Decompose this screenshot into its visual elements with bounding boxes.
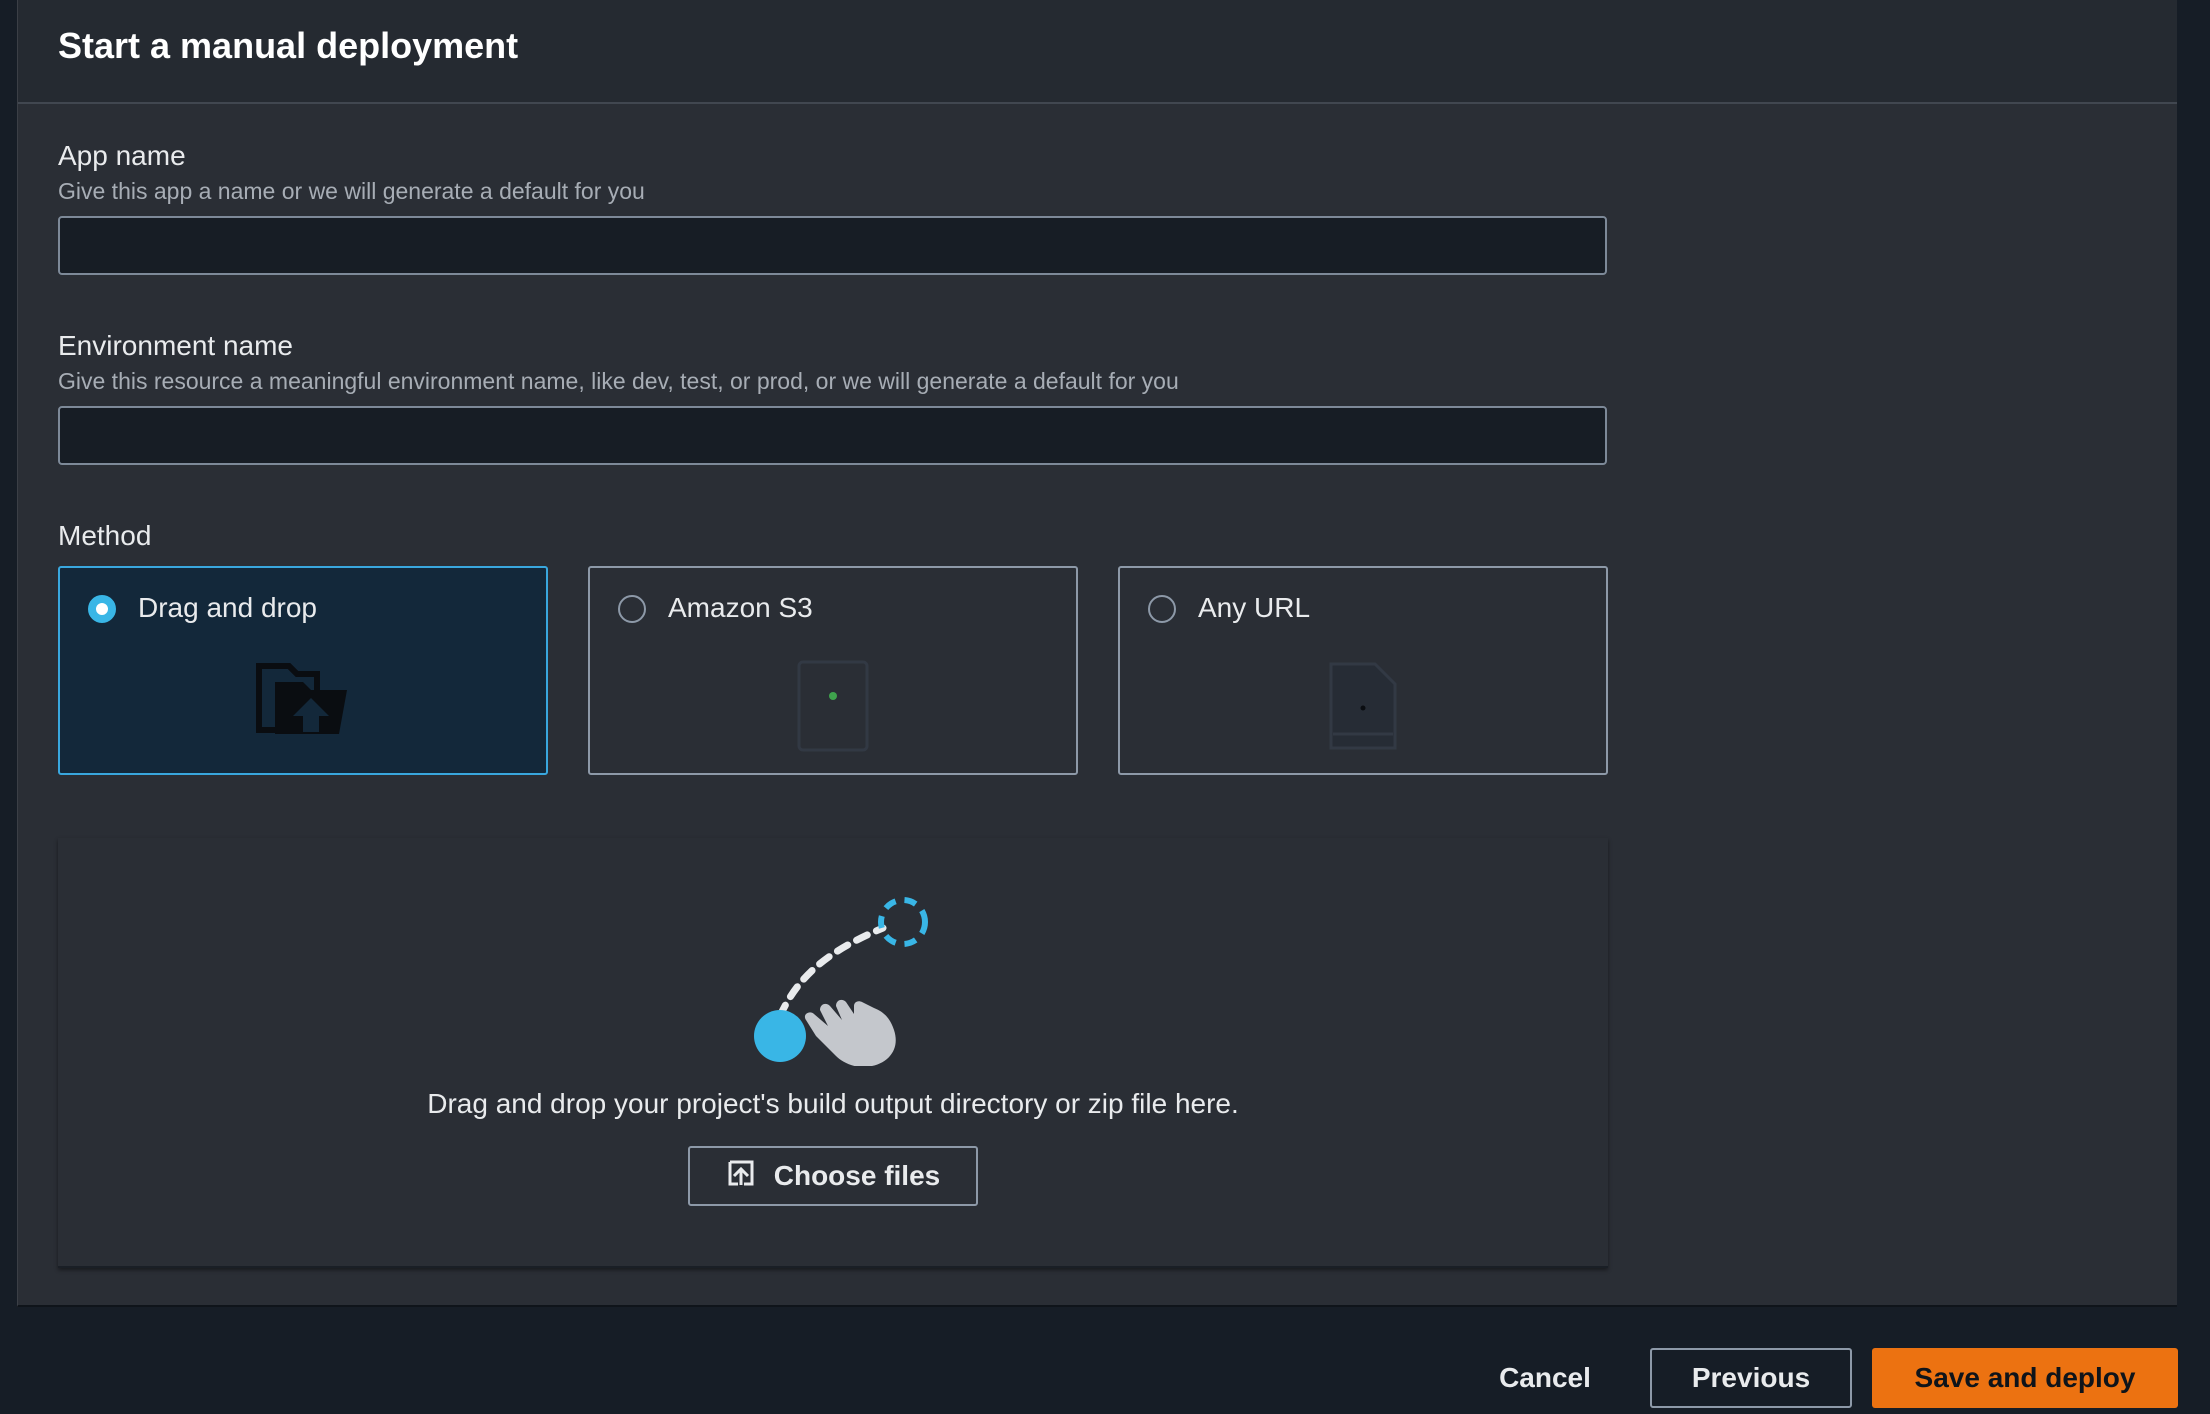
drop-zone[interactable]: Drag and drop your project's build outpu… — [58, 838, 1608, 1268]
folder-upload-icon — [255, 658, 351, 743]
save-and-deploy-button[interactable]: Save and deploy — [1872, 1348, 2178, 1408]
method-label-any-url: Any URL — [1198, 592, 1311, 623]
method-label-drag-and-drop: Drag and drop — [138, 592, 318, 623]
panel-title: Start a manual deployment — [58, 25, 519, 66]
method-tile-drag-and-drop[interactable]: Drag and drop — [58, 566, 548, 775]
drag-gesture-icon — [738, 866, 938, 1071]
s3-bucket-icon — [793, 658, 873, 759]
environment-name-description: Give this resource a meaningful environm… — [58, 368, 1179, 394]
method-label-amazon-s3: Amazon S3 — [668, 592, 813, 623]
method-tile-amazon-s3[interactable]: Amazon S3 — [588, 566, 1078, 775]
radio-any-url[interactable] — [1148, 595, 1176, 623]
method-tile-any-url[interactable]: Any URL — [1118, 566, 1608, 775]
app-name-label: App name — [58, 140, 186, 171]
radio-amazon-s3[interactable] — [618, 595, 646, 623]
method-label: Method — [58, 520, 152, 551]
environment-name-input[interactable] — [58, 406, 1607, 465]
choose-files-label: Choose files — [773, 1160, 941, 1191]
app-name-input[interactable] — [58, 216, 1607, 275]
environment-name-label: Environment name — [58, 330, 294, 361]
drop-zone-text: Drag and drop your project's build outpu… — [427, 1088, 1239, 1119]
panel-header: Start a manual deployment — [18, 0, 2177, 104]
choose-files-button[interactable]: Choose files — [688, 1146, 978, 1206]
url-file-icon — [1323, 658, 1403, 759]
cancel-button[interactable]: Cancel — [1480, 1348, 1610, 1408]
radio-drag-and-drop[interactable] — [88, 595, 116, 623]
previous-button[interactable]: Previous — [1650, 1348, 1852, 1408]
deployment-panel: Start a manual deployment App name Give … — [17, 0, 2177, 1307]
app-name-description: Give this app a name or we will generate… — [58, 178, 645, 204]
upload-icon — [726, 1158, 756, 1195]
